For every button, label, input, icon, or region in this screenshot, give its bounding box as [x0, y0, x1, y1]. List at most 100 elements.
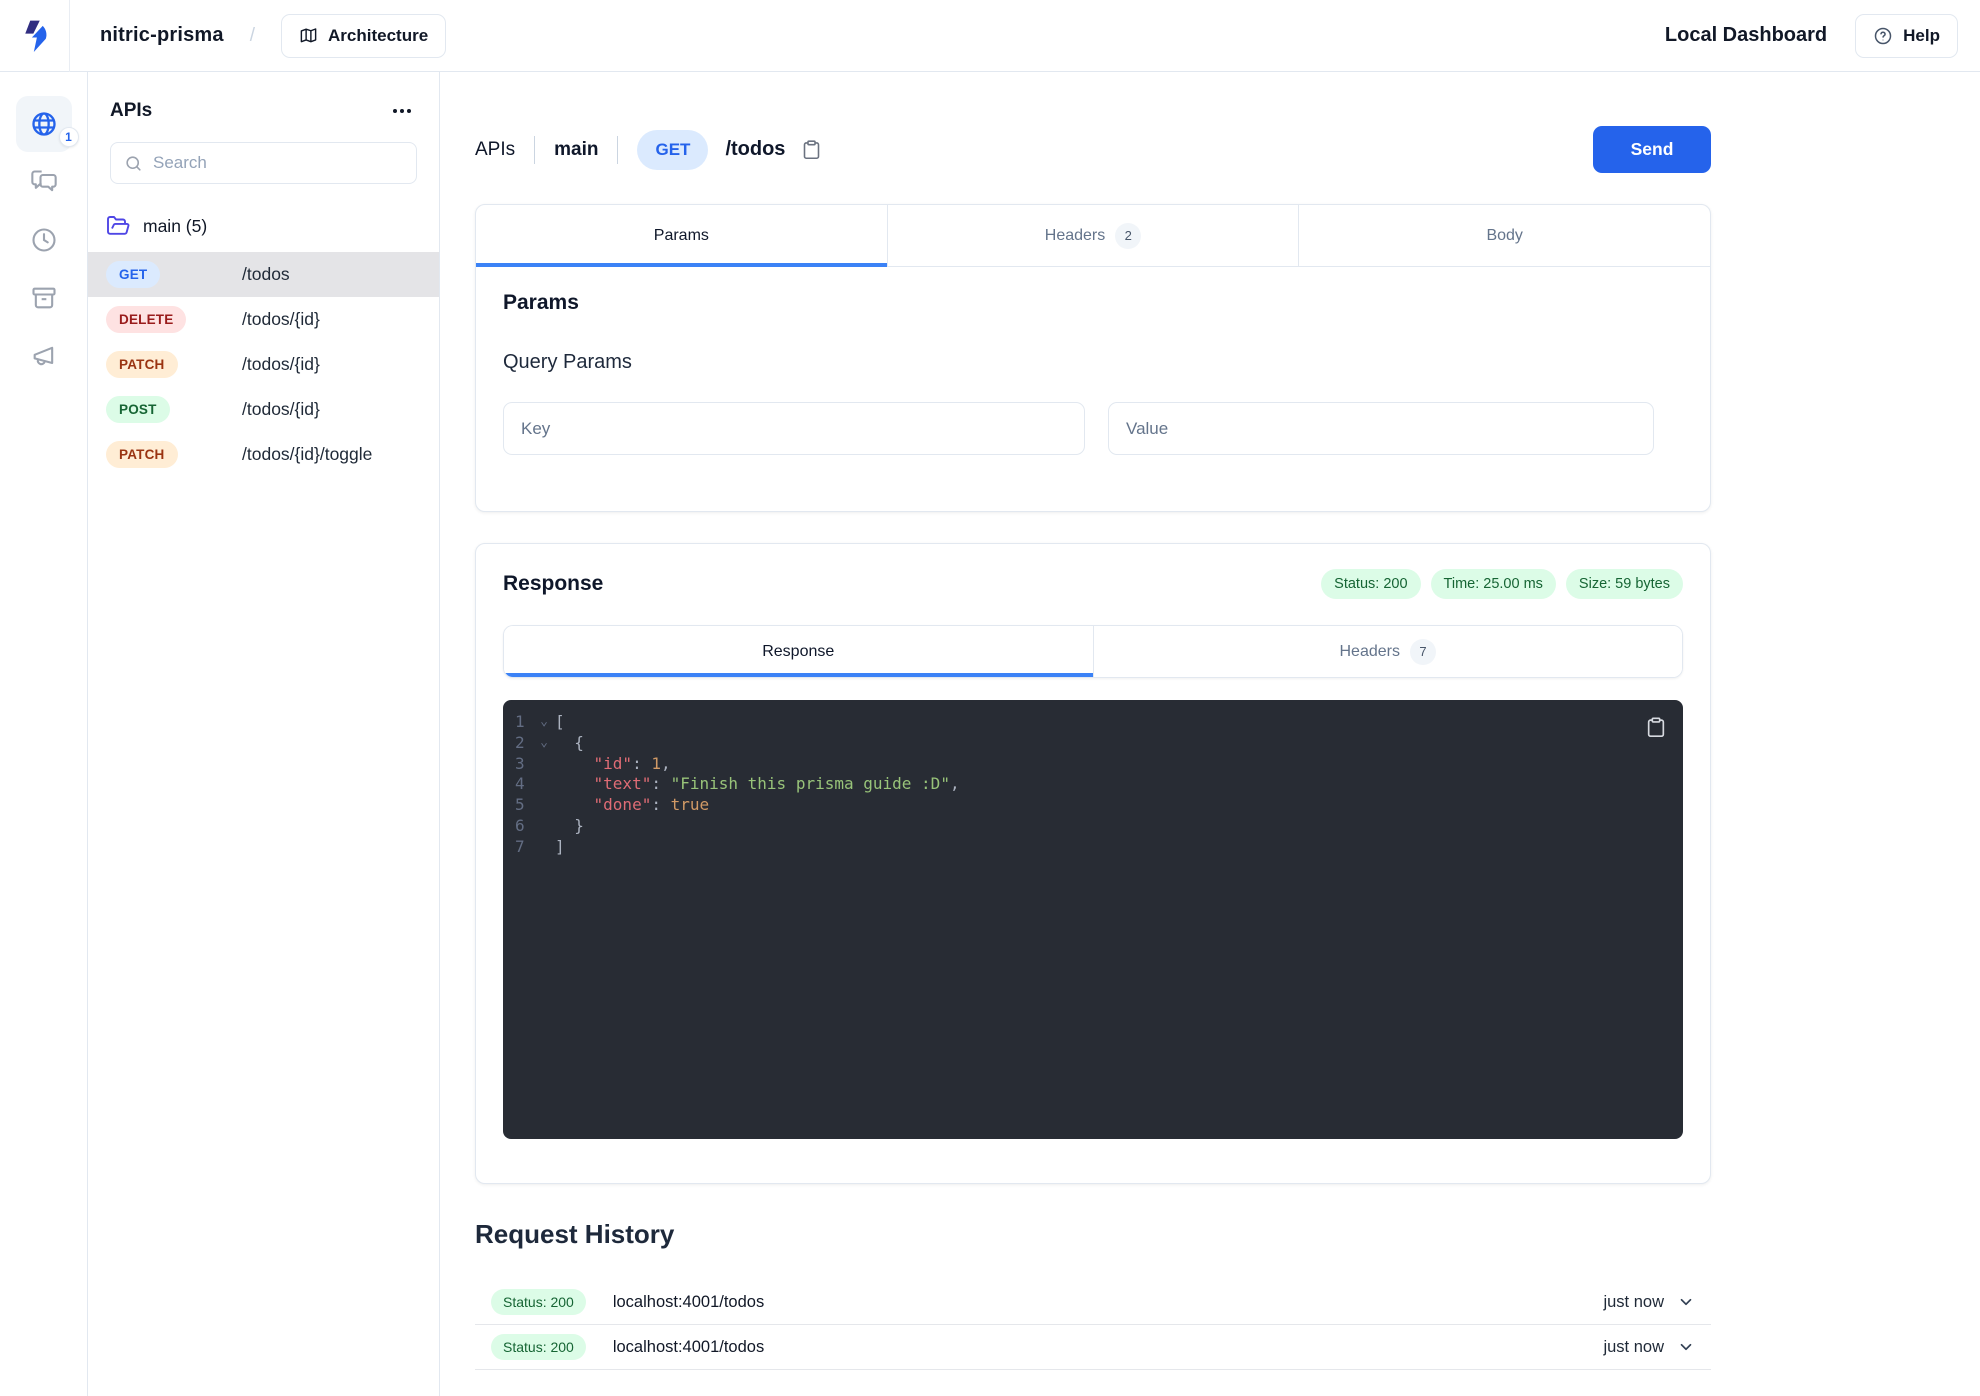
fold-toggle-icon	[533, 774, 555, 795]
rail-item-apis[interactable]: 1	[16, 96, 72, 152]
tab-response-label: Response	[762, 643, 834, 661]
response-card: Response Status: 200 Time: 25.00 ms Size: …	[475, 543, 1711, 1184]
apis-sidebar: APIs main (5) GET /todos DELETE /todos	[88, 72, 440, 1396]
fold-toggle-icon	[533, 837, 555, 858]
fold-toggle-icon[interactable]: ⌄	[533, 733, 555, 754]
method-badge: PATCH	[106, 351, 178, 378]
line-number: 7	[515, 837, 533, 858]
endpoint-path: /todos/{id}	[242, 399, 320, 420]
send-button[interactable]: Send	[1593, 126, 1711, 173]
tab-response-headers[interactable]: Headers 7	[1093, 626, 1683, 677]
method-badge: DELETE	[106, 306, 186, 333]
globe-icon	[30, 110, 58, 138]
history-row[interactable]: Status: 200 localhost:4001/todos just no…	[475, 1325, 1711, 1370]
fold-toggle-icon	[533, 754, 555, 775]
main-content: APIs main GET /todos Send	[440, 72, 1980, 1396]
code-line: 3 "id": 1,	[503, 754, 1683, 775]
history-status-badge: Status: 200	[491, 1289, 586, 1315]
endpoint-row[interactable]: DELETE /todos/{id}	[88, 297, 439, 342]
clipboard-icon	[801, 139, 822, 160]
search-input[interactable]	[153, 153, 403, 173]
breadcrumb: APIs main GET /todos	[475, 130, 824, 170]
endpoint-path: /todos/{id}	[242, 309, 320, 330]
rail-item-storage[interactable]	[16, 270, 72, 326]
overflow-menu-icon[interactable]	[391, 103, 413, 119]
request-tabs: Params Headers 2 Body	[476, 205, 1710, 267]
copy-path-button[interactable]	[799, 137, 824, 162]
line-number: 1	[515, 712, 533, 733]
page-title: Local Dashboard	[1665, 24, 1827, 47]
request-history-title: Request History	[475, 1219, 1980, 1250]
params-title: Params	[503, 291, 1683, 315]
endpoint-row[interactable]: POST /todos/{id}	[88, 387, 439, 432]
endpoint-path: /todos/{id}/toggle	[242, 444, 372, 465]
request-card: Params Headers 2 Body Params Query Param…	[475, 204, 1711, 512]
architecture-button[interactable]: Architecture	[281, 14, 446, 58]
chevron-down-icon[interactable]	[1677, 1338, 1695, 1356]
endpoint-row[interactable]: PATCH /todos/{id}	[88, 342, 439, 387]
endpoint-row[interactable]: PATCH /todos/{id}/toggle	[88, 432, 439, 477]
request-bar: APIs main GET /todos Send	[475, 125, 1711, 174]
query-param-value-input[interactable]	[1108, 402, 1654, 455]
response-meta-badge: Status: 200	[1321, 569, 1420, 599]
topbar: nitric-prisma / Architecture Local Dashb…	[0, 0, 1980, 72]
breadcrumb-apis: APIs	[475, 139, 515, 161]
response-code-editor[interactable]: 1⌄[2⌄ {3 "id": 1,4 "text": "Finish this …	[503, 700, 1683, 1139]
line-number: 4	[515, 774, 533, 795]
sidebar-title: APIs	[110, 100, 152, 122]
api-group-main[interactable]: main (5)	[88, 206, 439, 252]
rail-item-websockets[interactable]	[16, 154, 72, 210]
help-button[interactable]: Help	[1855, 14, 1958, 58]
response-tabs: Response Headers 7	[503, 625, 1683, 678]
project-name: nitric-prisma	[100, 24, 224, 47]
clock-icon	[30, 226, 58, 254]
chat-bubbles-icon	[30, 168, 58, 196]
divider	[534, 136, 535, 164]
query-params-title: Query Params	[503, 351, 1683, 374]
history-status-badge: Status: 200	[491, 1334, 586, 1360]
code-line: 5 "done": true	[503, 795, 1683, 816]
code-line: 7]	[503, 837, 1683, 858]
line-number: 6	[515, 816, 533, 837]
chevron-down-icon[interactable]	[1677, 1293, 1695, 1311]
nitric-logo-icon	[16, 17, 54, 55]
method-badge: GET	[106, 261, 160, 288]
rail-item-topics[interactable]	[16, 328, 72, 384]
request-method-pill[interactable]: GET	[637, 130, 708, 170]
history-time: just now	[1603, 1338, 1664, 1357]
copy-response-button[interactable]	[1645, 716, 1667, 738]
tab-body-label: Body	[1486, 227, 1522, 245]
tab-response[interactable]: Response	[504, 626, 1093, 677]
response-meta-badge: Time: 25.00 ms	[1431, 569, 1556, 599]
history-url: localhost:4001/todos	[613, 1338, 764, 1357]
code-lines: 1⌄[2⌄ {3 "id": 1,4 "text": "Finish this …	[503, 712, 1683, 858]
search-icon	[124, 154, 143, 173]
tab-params[interactable]: Params	[476, 205, 888, 266]
request-history-list: Status: 200 localhost:4001/todos just no…	[475, 1280, 1711, 1370]
query-param-key-input[interactable]	[503, 402, 1085, 455]
tab-headers-label: Headers	[1045, 227, 1105, 245]
code-line: 6 }	[503, 816, 1683, 837]
history-row[interactable]: Status: 200 localhost:4001/todos just no…	[475, 1280, 1711, 1325]
icon-rail: 1	[0, 72, 88, 1396]
rail-item-schedules[interactable]	[16, 212, 72, 268]
code-line: 1⌄[	[503, 712, 1683, 733]
tab-body[interactable]: Body	[1299, 205, 1710, 266]
tab-response-headers-label: Headers	[1340, 643, 1400, 661]
fold-toggle-icon[interactable]: ⌄	[533, 712, 555, 733]
megaphone-icon	[30, 342, 58, 370]
response-meta-badge: Size: 59 bytes	[1566, 569, 1683, 599]
endpoint-path: /todos/{id}	[242, 354, 320, 375]
app-logo[interactable]	[0, 0, 70, 72]
endpoint-row[interactable]: GET /todos	[88, 252, 439, 297]
archive-box-icon	[30, 284, 58, 312]
tab-headers[interactable]: Headers 2	[888, 205, 1300, 266]
method-badge: POST	[106, 396, 170, 423]
endpoint-path: /todos	[242, 264, 290, 285]
history-url: localhost:4001/todos	[613, 1293, 764, 1312]
line-number: 2	[515, 733, 533, 754]
code-line: 4 "text": "Finish this prisma guide :D",	[503, 774, 1683, 795]
map-icon	[299, 26, 318, 45]
breadcrumb-api-name[interactable]: main	[554, 139, 598, 161]
help-label: Help	[1903, 26, 1940, 46]
